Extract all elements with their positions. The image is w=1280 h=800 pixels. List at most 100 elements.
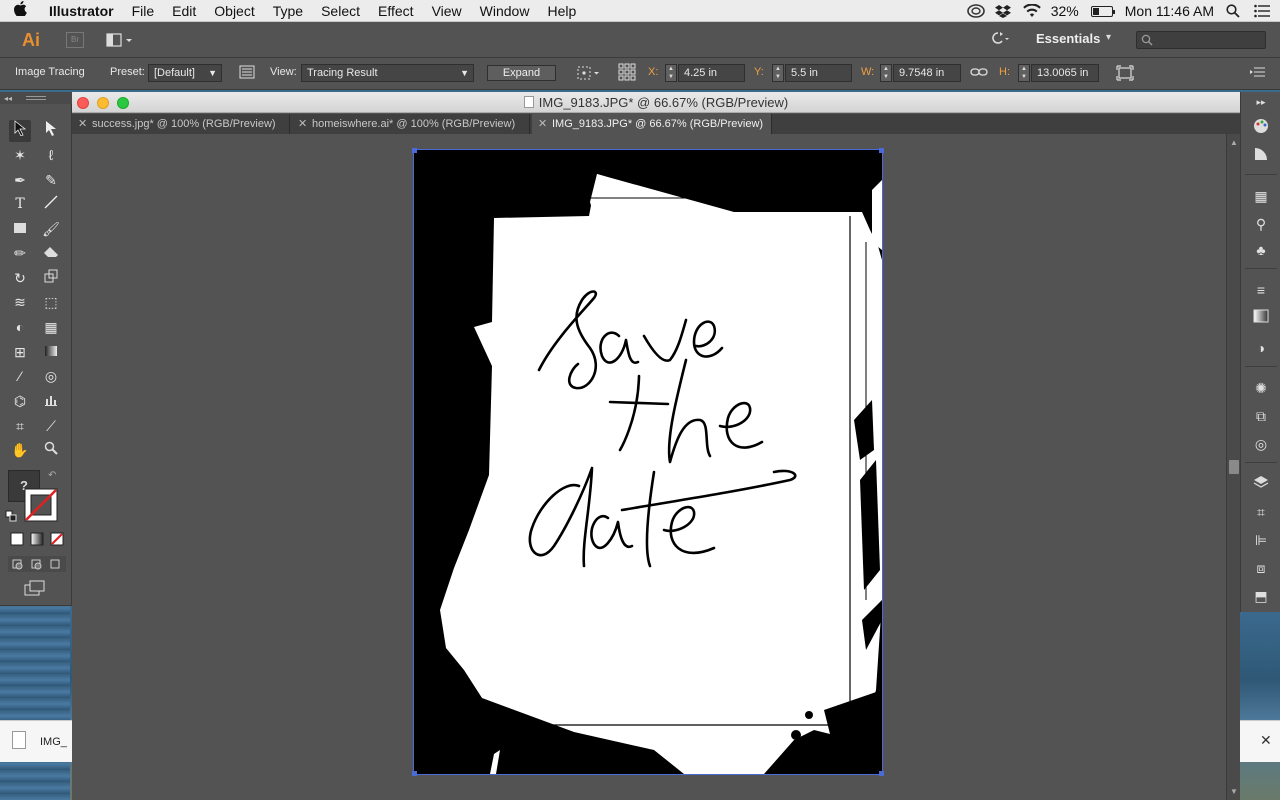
artboards-panel-icon[interactable]: ⌗ (1251, 502, 1271, 522)
gradient-panel-icon[interactable] (1251, 308, 1271, 328)
scroll-down-icon[interactable]: ▼ (1230, 787, 1238, 796)
menu-edit[interactable]: Edit (163, 3, 205, 19)
menu-window[interactable]: Window (471, 3, 539, 19)
image-tracing-label[interactable]: Image Tracing (15, 66, 85, 78)
cc-libraries-panel-icon[interactable]: ◎ (1251, 434, 1271, 454)
x-stepper[interactable]: ▲ ▼ (665, 64, 677, 82)
height-stepper[interactable]: ▲ ▼ (1018, 64, 1030, 82)
help-search-input[interactable] (1136, 31, 1266, 49)
paintbrush-tool-icon[interactable]: 🖌 (40, 218, 62, 240)
menu-type[interactable]: Type (264, 3, 312, 19)
pencil-tool-icon[interactable]: ✏ (9, 242, 31, 264)
curvature-tool-icon[interactable]: ✎ (40, 169, 62, 191)
selection-handle[interactable] (412, 771, 417, 776)
graphic-styles-panel-icon[interactable]: ⧉ (1251, 406, 1271, 426)
stroke-swatch-none[interactable] (24, 488, 58, 522)
screen-mode-icon[interactable] (24, 580, 46, 599)
spotlight-search-icon[interactable] (1226, 4, 1242, 18)
sync-settings-icon[interactable] (990, 31, 1010, 48)
scale-tool-icon[interactable] (40, 267, 62, 289)
preset-select[interactable]: [Default] ▼ (148, 64, 222, 82)
type-tool-icon[interactable]: T (9, 193, 31, 215)
close-tab-icon[interactable]: ✕ (78, 114, 87, 134)
battery-icon[interactable] (1090, 5, 1115, 17)
selection-handle[interactable] (879, 148, 884, 153)
zoom-window-button[interactable] (117, 97, 129, 109)
apple-menu-icon[interactable] (0, 1, 40, 20)
blend-tool-icon[interactable]: ◎ (40, 365, 62, 387)
slice-tool-icon[interactable]: ⟋ (40, 415, 62, 437)
magic-wand-tool-icon[interactable]: ✶ (9, 144, 31, 166)
pen-tool-icon[interactable]: ✒ (9, 169, 31, 191)
hand-tool-icon[interactable]: ✋ (9, 439, 31, 461)
tab-homeiswhere[interactable]: ✕ homeiswhere.ai* @ 100% (RGB/Preview) (292, 114, 530, 134)
reference-point-icon[interactable] (618, 63, 636, 84)
color-panel-icon[interactable] (1251, 118, 1271, 138)
scroll-up-icon[interactable]: ▲ (1230, 138, 1238, 147)
chevron-down-icon[interactable]: ▾ (1106, 32, 1111, 43)
direct-selection-tool-icon[interactable] (40, 120, 62, 142)
background-file-label[interactable]: IMG_ (40, 736, 67, 748)
transform-each-icon[interactable] (1116, 65, 1134, 84)
transform-panel-icon[interactable]: ⬒ (1251, 586, 1271, 606)
width-stepper[interactable]: ▲ ▼ (880, 64, 892, 82)
tracing-panel-icon[interactable] (239, 65, 255, 82)
color-guide-panel-icon[interactable] (1251, 146, 1271, 166)
y-field[interactable]: 5.5 in (785, 64, 852, 82)
scrollbar-thumb[interactable] (1229, 460, 1239, 474)
drawing-modes-icon[interactable] (8, 556, 66, 572)
pathfinder-panel-icon[interactable]: ⧈ (1251, 558, 1271, 578)
tab-success[interactable]: ✕ success.jpg* @ 100% (RGB/Preview) (72, 114, 290, 134)
menu-app-illustrator[interactable]: Illustrator (40, 3, 123, 19)
arrange-documents-button[interactable] (106, 32, 134, 48)
creative-cloud-icon[interactable] (966, 4, 985, 18)
canvas[interactable] (72, 134, 1226, 800)
eyedropper-tool-icon[interactable]: ⁄ (9, 365, 31, 387)
notification-center-icon[interactable] (1254, 4, 1270, 18)
width-field[interactable]: 9.7548 in (893, 64, 961, 82)
symbol-sprayer-tool-icon[interactable]: ⌬ (9, 390, 31, 412)
link-icon[interactable] (970, 65, 988, 82)
menu-select[interactable]: Select (312, 3, 369, 19)
bridge-button[interactable]: Br (66, 32, 84, 48)
wifi-icon[interactable] (1022, 3, 1041, 18)
align-panel-icon[interactable]: ⊫ (1251, 530, 1271, 550)
expand-button[interactable]: Expand (487, 65, 556, 81)
eraser-tool-icon[interactable] (40, 242, 62, 264)
column-graph-tool-icon[interactable] (40, 390, 62, 412)
rectangle-tool-icon[interactable] (9, 218, 31, 240)
selection-handle[interactable] (412, 148, 417, 153)
shape-builder-tool-icon[interactable]: ◐ (9, 316, 31, 338)
workspace-switcher[interactable]: Essentials (1036, 31, 1100, 46)
artboard-tool-icon[interactable]: ⌗ (9, 415, 31, 437)
selection-handle[interactable] (879, 771, 884, 776)
line-segment-tool-icon[interactable] (40, 193, 62, 215)
minimize-window-button[interactable] (97, 97, 109, 109)
height-field[interactable]: 13.0065 in (1031, 64, 1099, 82)
close-window-button[interactable] (77, 97, 89, 109)
default-colors-icon[interactable] (5, 510, 17, 522)
menu-effect[interactable]: Effect (369, 3, 423, 19)
x-field[interactable]: 4.25 in (678, 64, 745, 82)
tab-img-9183[interactable]: ✕ IMG_9183.JPG* @ 66.67% (RGB/Preview) (532, 114, 772, 134)
panel-menu-icon[interactable] (1250, 66, 1266, 81)
perspective-grid-tool-icon[interactable]: ▦ (40, 316, 62, 338)
brushes-panel-icon[interactable]: ⚲ (1251, 214, 1271, 234)
free-transform-tool-icon[interactable]: ⬚ (40, 291, 62, 313)
dropbox-icon[interactable] (994, 4, 1011, 18)
vertical-scrollbar[interactable]: ▲ ▼ (1226, 134, 1240, 800)
menu-view[interactable]: View (423, 3, 471, 19)
selection-tool-icon[interactable] (9, 120, 31, 142)
close-icon[interactable]: ✕ (1260, 732, 1272, 749)
width-tool-icon[interactable]: ≋ (9, 291, 31, 313)
zoom-tool-icon[interactable] (40, 439, 62, 461)
close-tab-icon[interactable]: ✕ (298, 114, 307, 134)
collapse-panels-icon[interactable]: ▸▸ (1251, 92, 1271, 112)
clock[interactable]: Mon 11:46 AM (1125, 3, 1214, 19)
layers-panel-icon[interactable] (1251, 474, 1271, 494)
swatches-panel-icon[interactable]: ▦ (1251, 186, 1271, 206)
stroke-panel-icon[interactable]: ≡ (1251, 280, 1271, 300)
rotate-tool-icon[interactable]: ↻ (9, 267, 31, 289)
mesh-tool-icon[interactable]: ⊞ (9, 341, 31, 363)
gradient-tool-icon[interactable] (40, 341, 62, 363)
